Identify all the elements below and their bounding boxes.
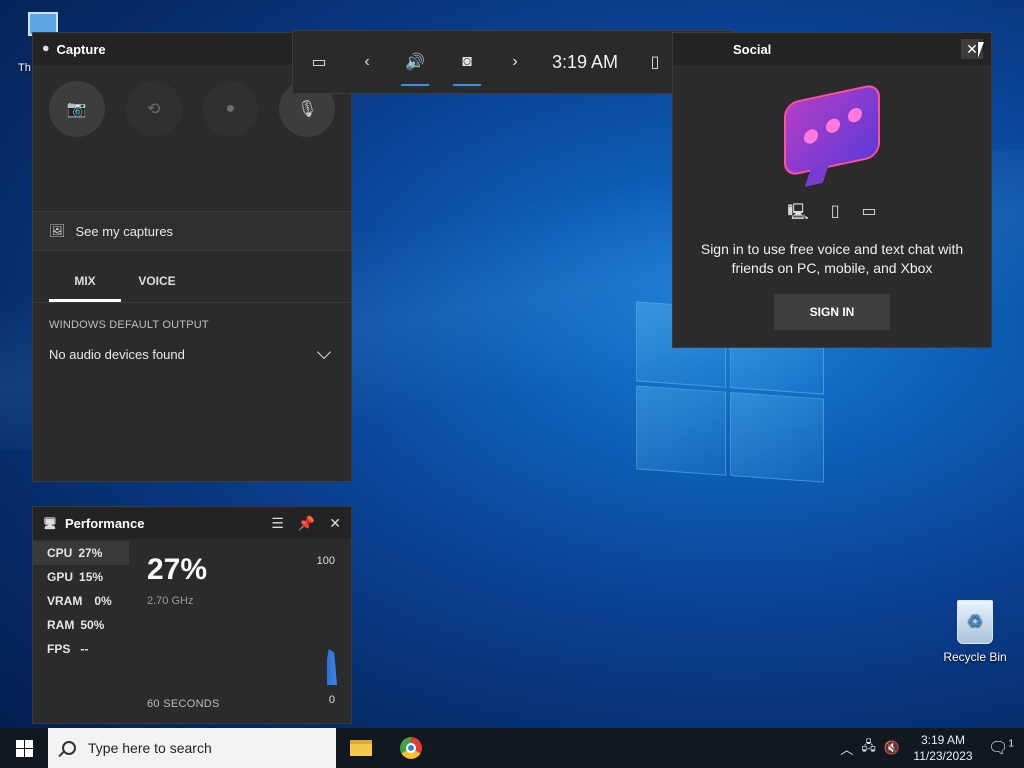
taskbar-file-explorer[interactable]: [336, 728, 386, 768]
network-icon[interactable]: 🖧: [861, 737, 876, 759]
camera-icon: 📷: [66, 101, 87, 118]
mouse-icon: ▯: [650, 54, 660, 71]
widget-title: Social: [733, 41, 772, 57]
notification-center-button[interactable]: 🗨1: [986, 738, 1016, 758]
taskbar-chrome[interactable]: [386, 728, 436, 768]
social-signin-message: Sign in to use free voice and text chat …: [700, 241, 964, 276]
output-device-value: No audio devices found: [49, 347, 185, 362]
screenshot-button[interactable]: 📷: [49, 81, 105, 137]
chevron-left-icon: ‹: [364, 53, 370, 70]
metric-vram[interactable]: VRAM 0%: [33, 589, 129, 613]
close-icon: ✕: [966, 40, 978, 57]
widget-title: Capture: [56, 41, 106, 57]
audio-widget-button[interactable]: 🔊: [389, 30, 441, 94]
performance-widget: 🖥 Performance ☰ 📌 ✕ CPU 27% GPU 15% VRAM 0%…: [32, 506, 352, 724]
metric-gpu[interactable]: GPU 15%: [33, 565, 129, 589]
performance-monitor-icon: 🖥: [43, 517, 57, 530]
output-section-label: WINDOWS DEFAULT OUTPUT: [49, 319, 209, 331]
pc-icon: 🖳: [787, 204, 809, 221]
metric-cpu[interactable]: CPU 27%: [33, 541, 129, 565]
desktop-icon-recycle-bin[interactable]: Recycle Bin: [940, 600, 1010, 664]
scroll-right-button[interactable]: ›: [493, 30, 537, 94]
widget-menu-button[interactable]: ▭: [293, 30, 345, 94]
close-icon[interactable]: ✕: [329, 515, 341, 532]
record-dot-icon: ●: [225, 100, 236, 117]
capture-widget: ⏺ Capture 📷 ⟲ ● 🎙 🖼 See my captures MIX …: [32, 32, 352, 482]
phone-icon: ▯: [830, 203, 840, 220]
chevron-down-icon: [316, 344, 332, 359]
mouse-button[interactable]: ▯: [633, 30, 677, 94]
capture-icon: ◙: [462, 53, 472, 70]
game-bar-clock: 3:19 AM: [551, 51, 619, 72]
start-recording-button[interactable]: ●: [202, 81, 259, 137]
taskbar-clock[interactable]: 3:19 AM 11/23/2023: [908, 732, 978, 764]
start-button[interactable]: [0, 728, 48, 768]
desktop-icon-label: Th: [18, 62, 31, 74]
social-title-bar[interactable]: Social: [673, 33, 991, 65]
performance-title-bar[interactable]: 🖥 Performance ☰ 📌 ✕: [33, 507, 351, 539]
audio-tabs: MIX VOICE: [33, 259, 351, 303]
xbox-console-icon: ▭: [861, 203, 877, 220]
output-device-dropdown[interactable]: No audio devices found: [33, 331, 351, 362]
widget-menu-icon: ▭: [311, 54, 327, 71]
tab-mix[interactable]: MIX: [49, 259, 121, 302]
graph-duration-label: 60 SECONDS: [147, 698, 220, 710]
metric-ram[interactable]: RAM 50%: [33, 613, 129, 637]
cpu-frequency: 2.70 GHz: [147, 595, 194, 607]
recycle-bin-icon: [957, 600, 993, 644]
desktop-icon-label: Recycle Bin: [943, 650, 1007, 664]
pin-icon[interactable]: 📌: [298, 515, 315, 532]
gallery-icon: 🖼: [49, 223, 66, 238]
capture-widget-button[interactable]: ◙: [441, 30, 493, 94]
sign-in-button[interactable]: SIGN IN: [774, 294, 890, 330]
graph-max-label: 100: [316, 555, 335, 567]
device-icons: 🖳 ▯ ▭: [673, 201, 991, 228]
see-my-captures-link[interactable]: 🖼 See my captures: [33, 211, 351, 251]
tab-voice[interactable]: VOICE: [121, 259, 193, 302]
widget-title: Performance: [64, 515, 145, 531]
metric-fps[interactable]: FPS --: [33, 637, 129, 661]
taskbar: Type here to search ︿ 🖧 🔇 3:19 AM 11/23/…: [0, 728, 1024, 768]
cpu-usage-value: 27%: [147, 553, 208, 586]
chrome-icon: [400, 737, 422, 759]
speaker-icon: 🔊: [405, 54, 425, 71]
chevron-up-icon[interactable]: ︿: [840, 739, 853, 758]
notification-icon: 🗨: [988, 740, 1009, 757]
cpu-usage-graph: [323, 649, 337, 685]
metrics-list: CPU 27% GPU 15% VRAM 0% RAM 50% FPS --: [33, 541, 129, 661]
folder-icon: [350, 740, 372, 756]
volume-muted-icon[interactable]: 🔇: [884, 740, 900, 756]
chevron-right-icon: ›: [512, 53, 518, 70]
mic-off-icon: 🎙: [296, 101, 318, 118]
see-captures-label: See my captures: [75, 223, 174, 239]
graph-min-label: 0: [328, 694, 335, 706]
windows-icon: [15, 739, 33, 757]
replay-icon: ⟲: [146, 101, 161, 118]
search-placeholder: Type here to search: [88, 740, 212, 756]
capture-widget-icon: ⏺: [43, 42, 49, 55]
clock-time: 3:19 AM: [920, 733, 966, 747]
taskbar-search-box[interactable]: Type here to search: [48, 728, 336, 768]
search-icon: [62, 741, 76, 755]
system-tray: ︿ 🖧 🔇 3:19 AM 11/23/2023 🗨1: [840, 732, 1024, 764]
mouse-cursor: [978, 42, 990, 58]
clock-date: 11/23/2023: [913, 749, 973, 763]
record-last-30s-button[interactable]: ⟲: [125, 81, 182, 137]
options-icon[interactable]: ☰: [271, 515, 284, 532]
social-widget: Social ✕ 🖳 ▯ ▭ Sign in to use free voice…: [672, 32, 992, 348]
scroll-left-button[interactable]: ‹: [345, 30, 389, 94]
game-bar-toolbar: ▭ ‹ 🔊 ◙ › 3:19 AM ▯ ⚙: [292, 30, 732, 94]
chat-bubble-illustration: [772, 82, 892, 193]
